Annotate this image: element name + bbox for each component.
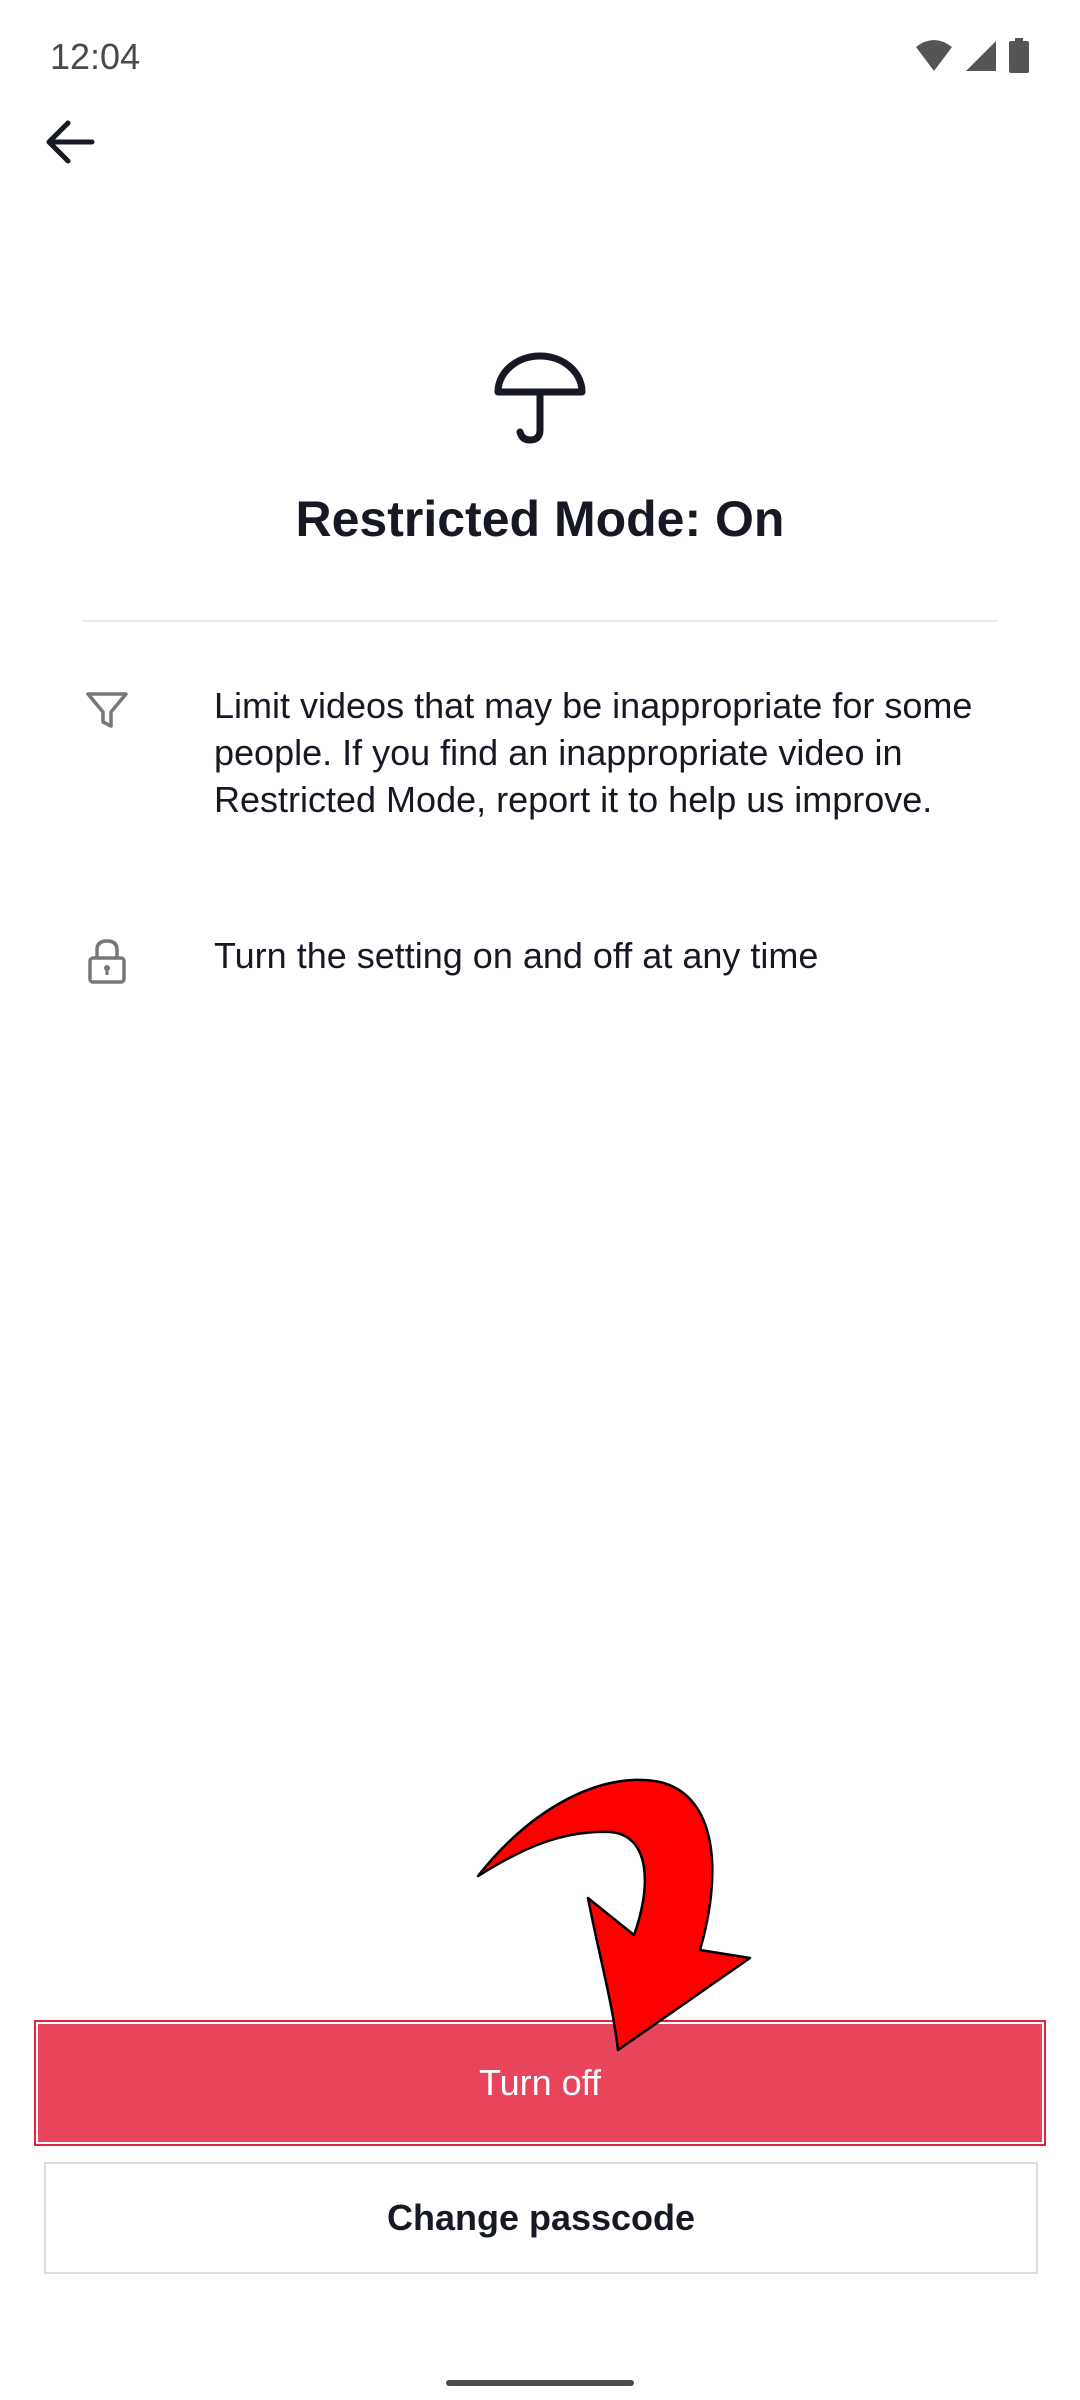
back-button[interactable] [36, 108, 104, 176]
umbrella-icon [494, 352, 586, 444]
info-text: Limit videos that may be inappropriate f… [214, 685, 973, 820]
info-item-limit-videos: Limit videos that may be inappropriate f… [82, 682, 1002, 823]
divider [82, 620, 998, 622]
arrow-left-icon [46, 120, 95, 164]
status-time: 12:04 [50, 36, 141, 77]
lock-icon [88, 939, 126, 984]
home-indicator[interactable] [446, 2380, 634, 2386]
info-text: Turn the setting on and off at any time [214, 935, 819, 976]
cellular-signal-icon [966, 41, 996, 71]
turn-off-button[interactable]: Turn off [38, 2024, 1042, 2142]
battery-icon [1009, 38, 1029, 73]
wifi-icon [916, 40, 952, 71]
annotation-arrow-icon [476, 1778, 752, 2052]
status-bar: 12:04 [0, 0, 1080, 118]
filter-icon [86, 692, 128, 728]
status-icons [914, 38, 1030, 74]
page-title: Restricted Mode: On [295, 491, 785, 547]
change-passcode-button[interactable]: Change passcode [44, 2162, 1038, 2274]
info-item-turn-setting: Turn the setting on and off at any time [82, 932, 1002, 986]
